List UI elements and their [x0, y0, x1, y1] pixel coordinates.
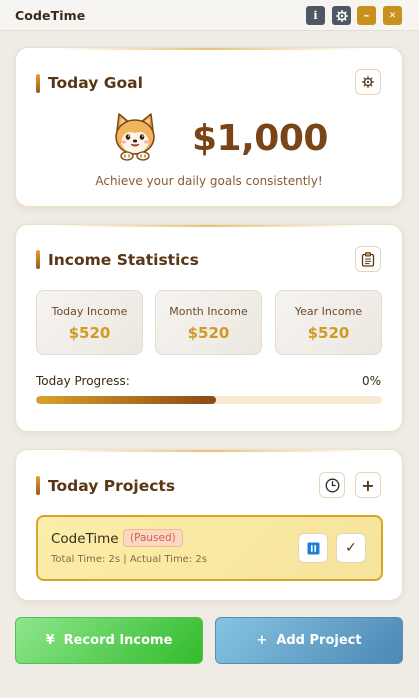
project-history-button[interactable]	[319, 472, 345, 498]
today-goal-title: Today Goal	[48, 74, 143, 92]
income-details-button[interactable]	[355, 246, 381, 272]
today-progress-bar	[36, 396, 382, 404]
today-projects-card: Today Projects + CodeTime (Paused) Total…	[15, 449, 403, 601]
card-accent-line	[56, 450, 362, 452]
today-progress-fill	[36, 396, 216, 404]
month-income-label: Month Income	[169, 305, 248, 318]
today-income-label: Today Income	[51, 305, 128, 318]
goal-settings-button[interactable]	[355, 69, 381, 95]
check-icon: ✓	[345, 540, 357, 556]
year-income-value: $520	[307, 324, 350, 342]
minimize-icon: –	[363, 9, 370, 22]
plus-icon: +	[256, 633, 268, 648]
today-income-box: Today Income $520	[36, 290, 143, 355]
gear-icon	[335, 9, 348, 22]
app-title: CodeTime	[15, 8, 86, 23]
info-icon: i	[313, 9, 318, 22]
title-accent-bar	[36, 476, 40, 495]
yen-icon: ¥	[45, 633, 55, 648]
minimize-button[interactable]: –	[357, 6, 376, 25]
card-accent-line	[56, 48, 362, 50]
year-income-label: Year Income	[294, 305, 363, 318]
close-icon: ✕	[388, 10, 397, 21]
pause-project-button[interactable]	[298, 533, 328, 563]
card-accent-line	[56, 225, 362, 227]
title-accent-bar	[36, 250, 40, 269]
income-statistics-card: Income Statistics Today Income $520 Mont…	[15, 224, 403, 432]
today-progress-percent: 0%	[361, 374, 381, 388]
project-name: CodeTime	[51, 531, 119, 547]
today-goal-card: Today Goal $1,000 Achieve your daily goa…	[15, 47, 403, 207]
income-statistics-title: Income Statistics	[48, 251, 199, 269]
project-status-badge: (Paused)	[123, 529, 183, 547]
goal-caption: Achieve your daily goals consistently!	[95, 174, 323, 188]
add-project-small-button[interactable]: +	[355, 472, 381, 498]
project-item[interactable]: CodeTime (Paused) Total Time: 2s | Actua…	[36, 515, 383, 581]
pause-icon	[307, 542, 319, 554]
complete-project-button[interactable]: ✓	[336, 533, 366, 563]
month-income-value: $520	[187, 324, 230, 342]
clipboard-icon	[361, 251, 375, 267]
dog-mascot-icon	[115, 113, 155, 161]
gear-icon	[362, 76, 374, 88]
today-income-value: $520	[68, 324, 111, 342]
title-accent-bar	[36, 74, 40, 93]
today-projects-title: Today Projects	[48, 477, 176, 495]
today-progress-label: Today Progress:	[36, 374, 130, 388]
year-income-box: Year Income $520	[275, 290, 382, 355]
record-income-label: Record Income	[63, 633, 173, 648]
month-income-box: Month Income $520	[155, 290, 262, 355]
project-time-meta: Total Time: 2s | Actual Time: 2s	[51, 554, 207, 565]
plus-icon: +	[361, 475, 375, 495]
clock-icon	[325, 478, 339, 492]
add-project-button[interactable]: + Add Project	[215, 617, 403, 664]
add-project-label: Add Project	[276, 633, 362, 648]
info-button[interactable]: i	[306, 6, 325, 25]
goal-amount: $1,000	[192, 118, 328, 159]
window-settings-button[interactable]	[332, 6, 351, 25]
title-bar: CodeTime i – ✕	[0, 0, 419, 31]
record-income-button[interactable]: ¥ Record Income	[15, 617, 203, 664]
close-button[interactable]: ✕	[383, 6, 402, 25]
